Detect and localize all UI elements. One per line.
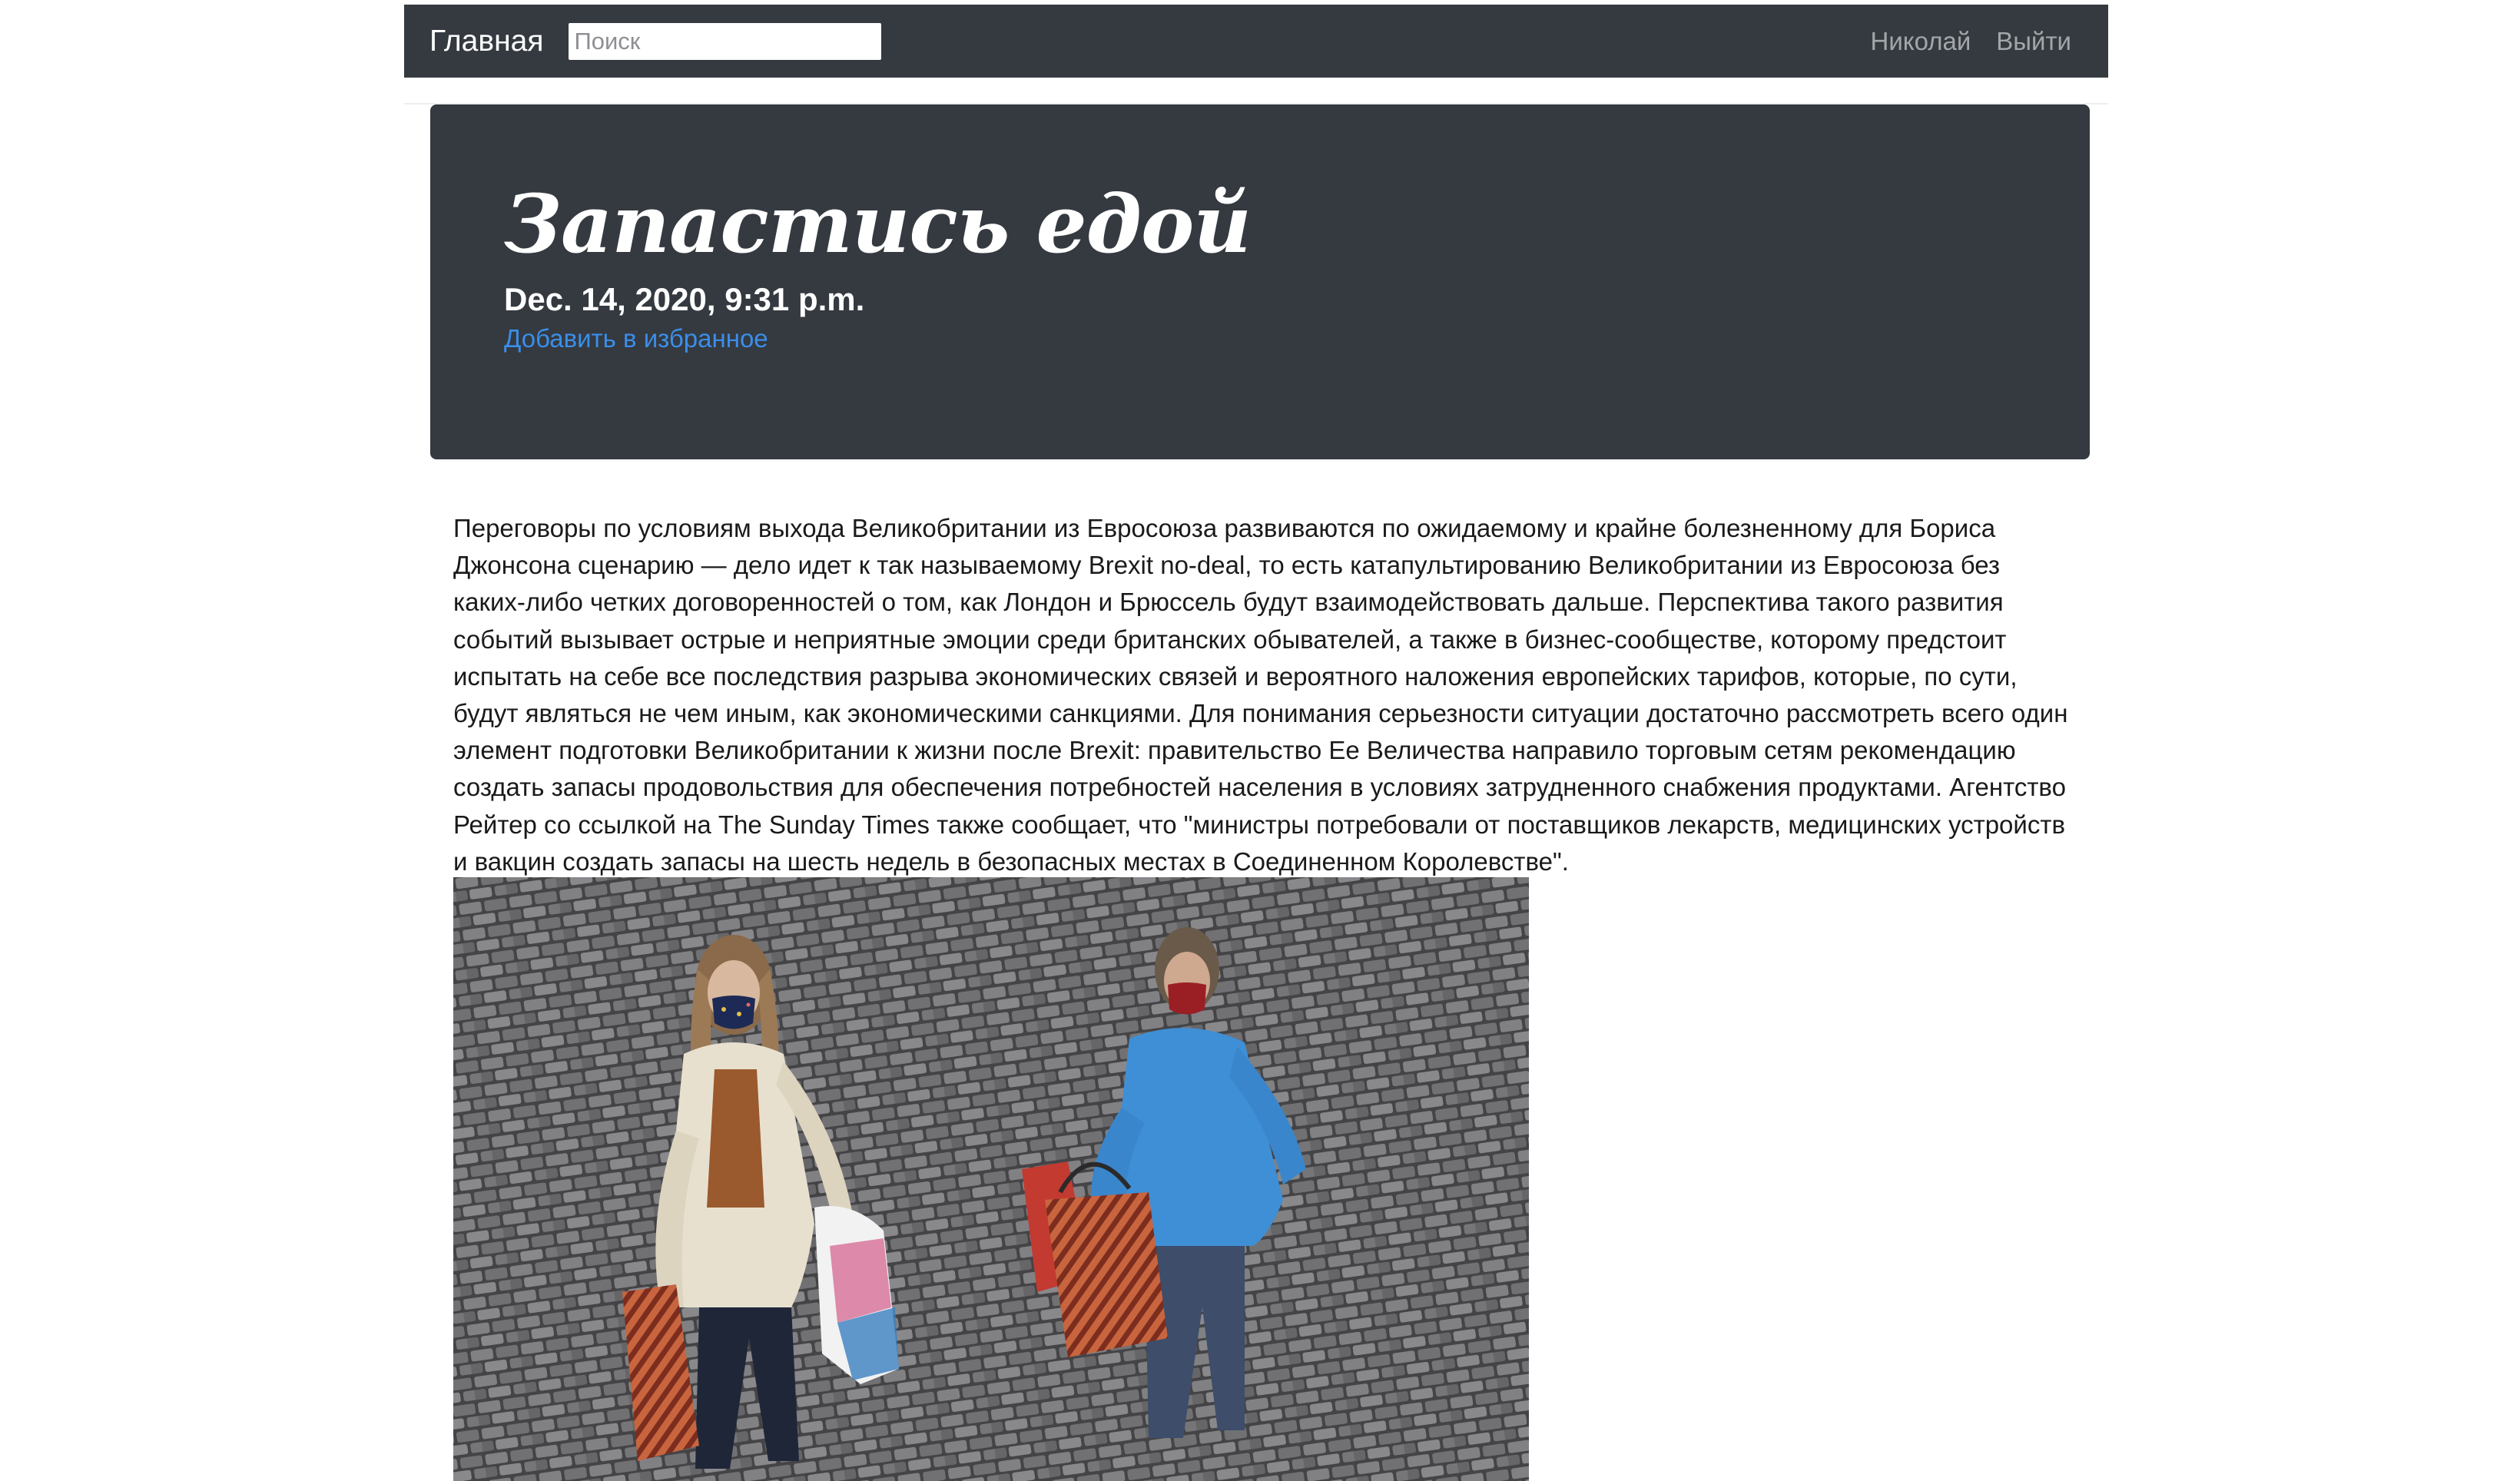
article-title: Запастись едой: [504, 177, 1252, 271]
top-navbar: Главная Николай Выйти: [404, 5, 2108, 78]
home-link[interactable]: Главная: [429, 25, 543, 58]
add-to-favorites-link[interactable]: Добавить в избранное: [504, 324, 768, 353]
search-input[interactable]: [569, 22, 882, 60]
nav-user-menu: Николай Выйти: [1871, 27, 2083, 56]
article-date: Dec. 14, 2020, 9:31 p.m.: [504, 280, 865, 317]
logout-link[interactable]: Выйти: [1996, 27, 2071, 56]
article-photo: [453, 877, 1529, 1481]
article-body: Переговоры по условиям выхода Великобрит…: [453, 514, 2068, 876]
article-header: Запастись едой Dec. 14, 2020, 9:31 p.m. …: [430, 104, 2090, 459]
user-profile-link[interactable]: Николай: [1871, 27, 1971, 56]
